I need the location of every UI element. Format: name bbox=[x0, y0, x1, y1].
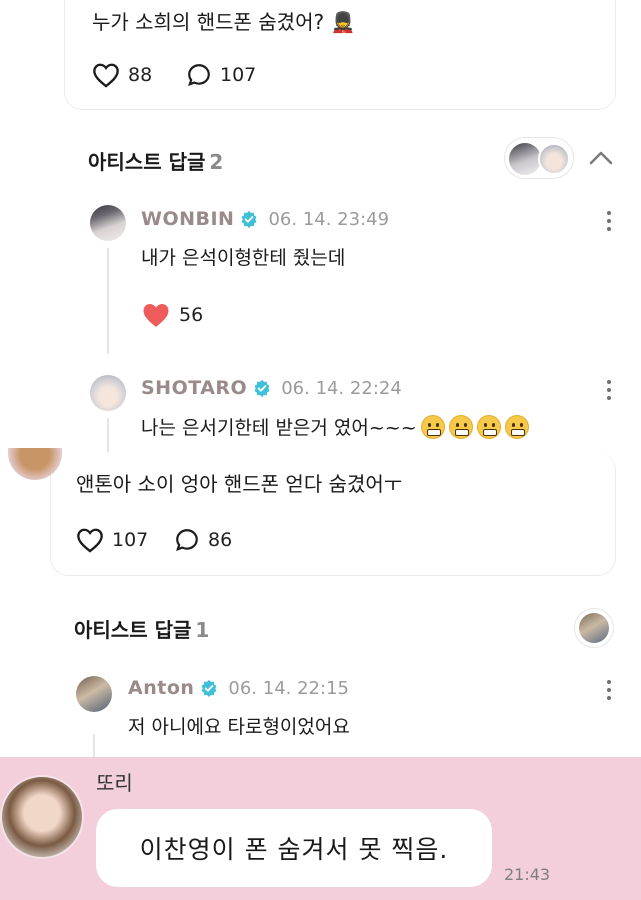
reply-header-anton: Anton 06. 14. 22:15 bbox=[128, 677, 349, 699]
grimacing-emoji-icon bbox=[504, 415, 529, 439]
post-text-mid: 앤톤아 소이 엉아 핸드폰 얻다 숨겼어ㅜ bbox=[76, 472, 403, 496]
verified-badge-icon bbox=[241, 210, 257, 228]
artist-replies-header: 아티스트 답글 1 bbox=[74, 614, 209, 643]
verified-badge-icon bbox=[254, 379, 270, 397]
wonbin-avatar[interactable] bbox=[90, 205, 126, 241]
chat-sender-name: 또리 bbox=[96, 771, 133, 795]
reply-like-count: 56 bbox=[179, 304, 204, 326]
wonbin-mini-avatar bbox=[509, 143, 541, 175]
comment-button-mid[interactable]: 86 bbox=[174, 527, 232, 553]
post-text-top: 누가 소희의 핸드폰 숨겼어? 💂 bbox=[92, 10, 356, 34]
chat-message-text: 이찬영이 폰 숨겨서 못 찍음. bbox=[139, 835, 449, 864]
like-count: 88 bbox=[128, 64, 153, 86]
anton-avatar[interactable] bbox=[76, 676, 112, 712]
thread-line bbox=[107, 418, 109, 454]
thread-line bbox=[93, 734, 95, 758]
heart-icon bbox=[77, 528, 103, 553]
more-options-icon[interactable] bbox=[606, 380, 612, 404]
reply-timestamp: 06. 14. 22:15 bbox=[228, 677, 349, 699]
grimacing-emoji-icon bbox=[448, 415, 473, 439]
shotaro-avatar[interactable] bbox=[90, 375, 126, 411]
reply-text: 저 아니에요 타로형이었어요 bbox=[128, 716, 350, 738]
comment-count: 86 bbox=[208, 529, 233, 551]
heart-filled-icon bbox=[143, 304, 169, 327]
shotaro-mini-avatar bbox=[538, 143, 570, 175]
like-count: 107 bbox=[112, 529, 149, 551]
more-options-icon[interactable] bbox=[606, 680, 612, 704]
grimacing-emoji-icon bbox=[476, 415, 501, 439]
chevron-up-icon[interactable] bbox=[588, 148, 614, 166]
more-options-icon[interactable] bbox=[606, 211, 612, 235]
reply-author-name[interactable]: SHOTARO bbox=[141, 377, 247, 399]
chat-message-bubble: 이찬영이 폰 숨겨서 못 찍음. bbox=[96, 809, 492, 887]
like-button-top[interactable]: 88 bbox=[92, 62, 152, 88]
thread-line bbox=[107, 248, 109, 354]
reply-timestamp: 06. 14. 22:24 bbox=[281, 377, 402, 399]
reply-like-button[interactable]: 56 bbox=[141, 301, 203, 329]
reply-text-row: 나는 은서기한테 받은거 였어~~~ bbox=[141, 413, 529, 440]
artist-avatar-stack[interactable] bbox=[504, 137, 574, 179]
comment-button-top[interactable]: 107 bbox=[186, 62, 256, 88]
verified-badge-icon bbox=[201, 679, 217, 697]
reply-author-name[interactable]: WONBIN bbox=[141, 208, 234, 230]
artist-replies-header: 아티스트 답글 2 bbox=[88, 146, 223, 175]
artist-avatar-stack[interactable] bbox=[574, 608, 614, 648]
reply-header-shotaro: SHOTARO 06. 14. 22:24 bbox=[141, 377, 402, 399]
heart-icon bbox=[93, 63, 119, 88]
chat-message-panel: 또리 이찬영이 폰 숨겨서 못 찍음. 21:43 bbox=[0, 757, 641, 900]
artist-replies-title: 아티스트 답글 bbox=[74, 618, 192, 642]
artist-replies-count: 2 bbox=[209, 150, 224, 174]
comment-icon bbox=[188, 64, 210, 86]
reply-author-name[interactable]: Anton bbox=[128, 677, 194, 699]
chat-message-time: 21:43 bbox=[504, 865, 551, 884]
chat-sender-avatar[interactable] bbox=[0, 775, 84, 859]
comment-icon bbox=[176, 529, 198, 551]
comment-count: 107 bbox=[220, 64, 257, 86]
like-button-mid[interactable]: 107 bbox=[76, 527, 148, 553]
reply-text: 내가 은석이형한테 줬는데 bbox=[141, 247, 346, 269]
artist-replies-title: 아티스트 답글 bbox=[88, 150, 206, 174]
reply-timestamp: 06. 14. 23:49 bbox=[268, 208, 390, 230]
grimacing-emoji-icon bbox=[420, 415, 445, 439]
reply-text: 나는 은서기한테 받은거 였어~~~ bbox=[141, 417, 417, 439]
artist-replies-count: 1 bbox=[195, 618, 210, 642]
reply-header-wonbin: WONBIN 06. 14. 23:49 bbox=[141, 208, 389, 230]
anton-mini-avatar bbox=[579, 613, 609, 643]
